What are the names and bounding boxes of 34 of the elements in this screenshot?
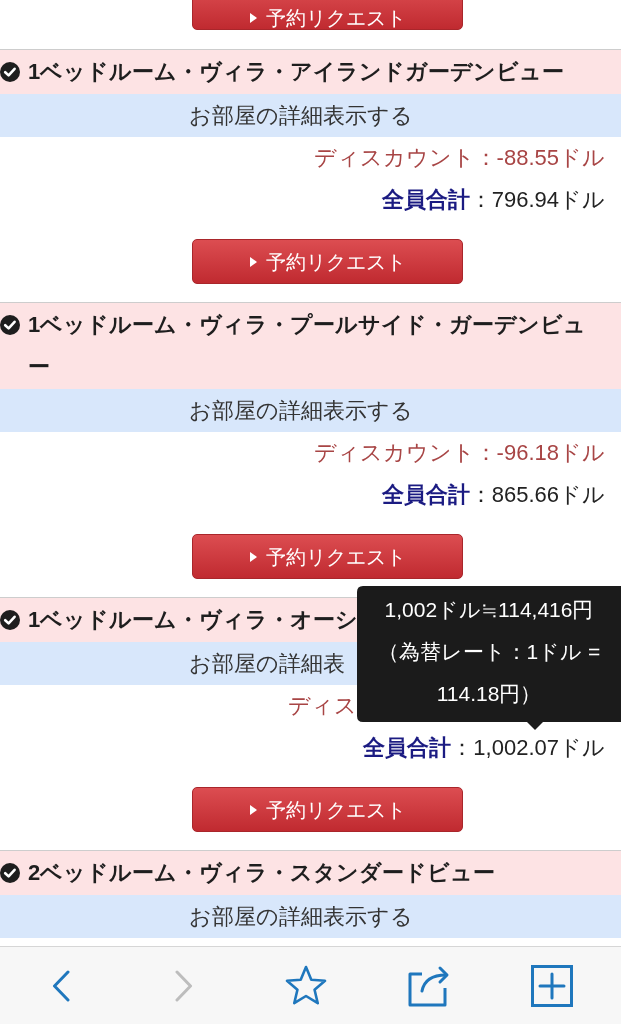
total-amount: ：1,002.07ドル <box>451 734 605 762</box>
check-circle-icon <box>0 610 20 630</box>
plus-square-icon <box>530 964 573 1007</box>
discount-text: ディスカウント：-96.18ドル <box>313 439 605 467</box>
check-circle-icon <box>0 863 20 883</box>
add-button[interactable] <box>528 962 575 1009</box>
room-details-button[interactable]: お部屋の詳細表示する <box>0 895 621 938</box>
triangle-icon <box>249 551 257 562</box>
total-label: 全員合計 <box>363 734 452 762</box>
triangle-icon <box>249 804 257 815</box>
triangle-icon <box>249 256 257 267</box>
room-title: 1ベッドルーム・ヴィラ・プールサイド・ガーデンビュー <box>28 311 588 381</box>
room-details-button[interactable]: お部屋の詳細表示する <box>0 389 621 432</box>
check-circle-icon <box>0 315 20 335</box>
reserve-button[interactable]: 予約リクエスト <box>192 0 463 30</box>
total-amount: ：865.66ドル <box>469 481 605 509</box>
room-title: 1ベッドルーム・ヴィラ・オーシ <box>28 606 359 634</box>
discount-text: ディス <box>288 692 357 720</box>
room-title: 2ベッドルーム・ヴィラ・スタンダードビュー <box>28 859 496 887</box>
star-icon <box>284 965 329 1006</box>
reserve-button[interactable]: 予約リクエスト <box>192 787 463 832</box>
chevron-left-icon <box>52 969 71 1002</box>
exchange-amount-text: 1,002ドル≒114,416円 <box>383 597 595 623</box>
reserve-button[interactable]: 予約リクエスト <box>192 534 463 579</box>
chevron-right-icon <box>174 969 193 1002</box>
total-label: 全員合計 <box>381 186 470 214</box>
total-label: 全員合計 <box>381 481 470 509</box>
room-details-button[interactable]: お部屋の詳細表示する <box>0 94 621 137</box>
discount-text: ディスカウント：-88.55ドル <box>313 144 605 172</box>
room-title: 1ベッドルーム・ヴィラ・アイランドガーデンビュー <box>28 58 565 86</box>
check-circle-icon <box>0 62 20 82</box>
total-amount: ：796.94ドル <box>469 186 605 214</box>
reserve-button[interactable]: 予約リクエスト <box>192 239 463 284</box>
triangle-icon <box>249 12 257 23</box>
